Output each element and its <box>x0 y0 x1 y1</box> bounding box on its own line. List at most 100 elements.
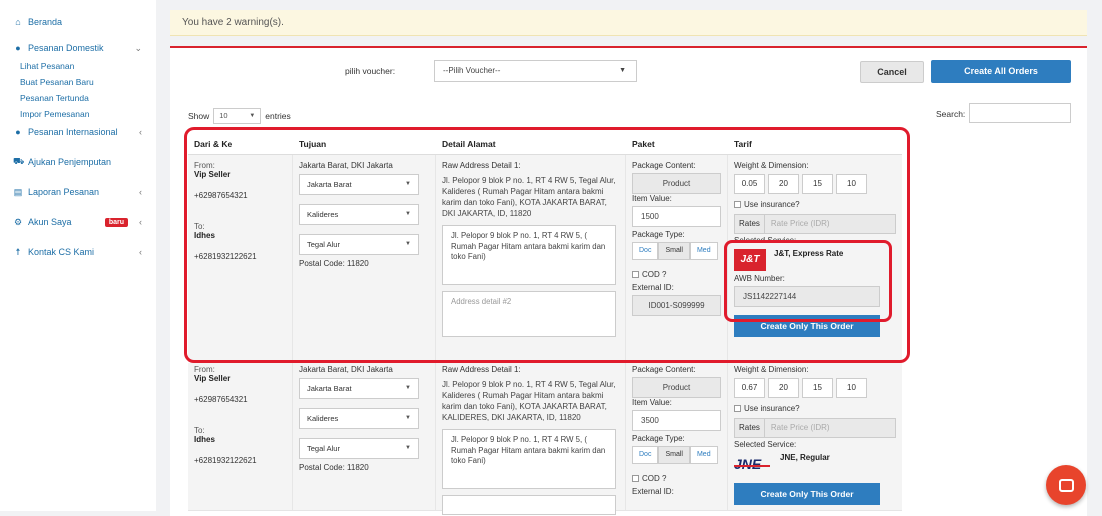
col-dari-ke[interactable]: Dari & Ke <box>188 130 293 154</box>
destination-cell: Jakarta Barat, DKI Jakarta Jakarta Barat… <box>293 155 436 361</box>
chat-button[interactable] <box>1046 465 1086 505</box>
pkg-small-button[interactable]: Small <box>658 242 690 260</box>
address1-textarea[interactable]: Jl. Pelopor 9 blok P no. 1, RT 4 RW 5, (… <box>442 429 616 489</box>
rates-button[interactable]: Rates <box>734 418 765 438</box>
nav-ajukan-penjemputan[interactable]: ⛟ Ajukan Penjemputan <box>0 152 156 172</box>
subdistrict-select[interactable]: Tegal Alur ▼ <box>299 438 419 459</box>
pkg-med-button[interactable]: Med <box>689 446 718 464</box>
sub-lihat-pesanan[interactable]: Lihat Pesanan <box>0 58 156 74</box>
address2-textarea[interactable]: Address detail #2 <box>442 291 616 337</box>
package-cell: Package Content: Product Item Value: 150… <box>626 155 728 361</box>
checkbox-icon[interactable] <box>632 271 639 279</box>
external-id-label: External ID: <box>632 487 674 496</box>
package-content-field[interactable]: Product <box>632 173 721 194</box>
city-select[interactable]: Jakarta Barat ▼ <box>299 378 419 399</box>
weight-field[interactable]: 0.05 <box>734 174 765 194</box>
cod-checkbox-row[interactable]: COD ? <box>632 270 721 279</box>
insurance-checkbox-row[interactable]: Use insurance? <box>734 404 896 413</box>
sub-pesanan-tertunda[interactable]: Pesanan Tertunda <box>0 90 156 106</box>
cancel-button[interactable]: Cancel <box>860 61 924 83</box>
voucher-value: --Pilih Voucher-- <box>443 66 501 75</box>
checkbox-icon[interactable] <box>632 475 639 483</box>
awb-field[interactable]: JS1142227144 <box>734 286 880 307</box>
nav-beranda[interactable]: ⌂ Beranda <box>0 12 156 32</box>
col-tarif[interactable]: Tarif <box>728 130 902 154</box>
district-select[interactable]: Kalideres ▼ <box>299 408 419 429</box>
pkg-med-button[interactable]: Med <box>689 242 718 260</box>
package-content-field[interactable]: Product <box>632 377 721 398</box>
dimensions-fields: 0.67 20 15 10 <box>734 378 896 398</box>
nav-akun-saya[interactable]: ⚙ Akun Saya baru ‹ <box>0 212 156 232</box>
rate-price-field[interactable]: Rate Price (IDR) <box>764 214 896 234</box>
sender-phone: +62987654321 <box>194 191 248 200</box>
height-field[interactable]: 10 <box>836 378 867 398</box>
insurance-checkbox-row[interactable]: Use insurance? <box>734 200 896 209</box>
search-input[interactable] <box>969 103 1071 123</box>
chevron-left-icon: ‹ <box>139 247 142 257</box>
truck-icon: ⛟ <box>13 156 25 166</box>
create-order-button[interactable]: Create Only This Order <box>734 315 880 337</box>
table-row: From: Vip Seller +62987654321 To: Idhes … <box>188 363 902 515</box>
col-paket[interactable]: Paket <box>626 130 728 154</box>
col-tujuan[interactable]: Tujuan <box>293 130 436 154</box>
rates-button[interactable]: Rates <box>734 214 765 234</box>
sender-phone: +62987654321 <box>194 395 248 404</box>
rate-price-field[interactable]: Rate Price (IDR) <box>764 418 896 438</box>
sub-buat-pesanan-baru[interactable]: Buat Pesanan Baru <box>0 74 156 90</box>
city-select[interactable]: Jakarta Barat ▼ <box>299 174 419 195</box>
cod-label: COD ? <box>642 474 667 483</box>
sub-impor-pemesanan[interactable]: Impor Pemesanan <box>0 106 156 122</box>
chat-icon <box>1058 478 1074 492</box>
length-field[interactable]: 20 <box>768 378 799 398</box>
item-value-field[interactable]: 1500 <box>632 206 721 227</box>
voucher-select[interactable]: --Pilih Voucher-- ▼ <box>434 60 637 82</box>
weight-field[interactable]: 0.67 <box>734 378 765 398</box>
dropdown-arrow-icon: ▼ <box>405 241 411 247</box>
district-select[interactable]: Kalideres ▼ <box>299 204 419 225</box>
address2-textarea[interactable] <box>442 495 616 515</box>
pkg-doc-button[interactable]: Doc <box>632 446 659 464</box>
to-label: To: <box>194 426 205 435</box>
item-value-field[interactable]: 3500 <box>632 410 721 431</box>
length-field[interactable]: 20 <box>768 174 799 194</box>
checkbox-icon[interactable] <box>734 405 741 413</box>
col-detail-alamat[interactable]: Detail Alamat <box>436 130 626 154</box>
address1-textarea[interactable]: Jl. Pelopor 9 blok P no. 1, RT 4 RW 5, (… <box>442 225 616 285</box>
from-label: From: <box>194 365 215 374</box>
city-value: Jakarta Barat <box>307 180 352 189</box>
entries-value: 10 <box>219 111 228 120</box>
rates-group: Rates Rate Price (IDR) <box>734 214 896 234</box>
chevron-left-icon: ‹ <box>139 217 142 227</box>
voucher-label: pilih voucher: <box>345 66 396 76</box>
create-order-button[interactable]: Create Only This Order <box>734 483 880 505</box>
service-name: JNE, Regular <box>780 453 830 462</box>
package-type-label: Package Type: <box>632 434 685 443</box>
nav-pesanan-internasional[interactable]: ● Pesanan Internasional ‹ <box>0 122 156 142</box>
external-id-field[interactable]: ID001-S099999 <box>632 295 721 316</box>
nav-pesanan-domestik[interactable]: ● Pesanan Domestik ⌄ <box>0 38 156 58</box>
package-content-label: Package Content: <box>632 161 696 170</box>
width-field[interactable]: 15 <box>802 378 833 398</box>
selected-service: JNE JNE, Regular <box>734 453 896 475</box>
table-header: Dari & Ke Tujuan Detail Alamat Paket Tar… <box>188 130 902 155</box>
create-all-orders-button[interactable]: Create All Orders <box>931 60 1071 83</box>
pkg-small-button[interactable]: Small <box>658 446 690 464</box>
district-value: Kalideres <box>307 414 339 423</box>
height-field[interactable]: 10 <box>836 174 867 194</box>
checkbox-icon[interactable] <box>734 201 741 209</box>
nav-label: Akun Saya <box>28 217 72 227</box>
subdistrict-select[interactable]: Tegal Alur ▼ <box>299 234 419 255</box>
nav-laporan-pesanan[interactable]: ▤ Laporan Pesanan ‹ <box>0 182 156 202</box>
cod-checkbox-row[interactable]: COD ? <box>632 474 721 483</box>
width-field[interactable]: 15 <box>802 174 833 194</box>
pkg-doc-button[interactable]: Doc <box>632 242 659 260</box>
region-text: Jakarta Barat, DKI Jakarta <box>299 365 393 374</box>
jnt-logo: J&T <box>734 249 766 271</box>
package-type-toggle: Doc Small Med <box>632 446 721 464</box>
nav-kontak-cs[interactable]: ☨ Kontak CS Kami ‹ <box>0 242 156 262</box>
postal-code: Postal Code: 11820 <box>299 259 369 268</box>
dropdown-arrow-icon: ▼ <box>405 445 411 451</box>
entries-select[interactable]: 10 ▼ <box>213 108 262 124</box>
entries-control: Show 10 ▼ entries <box>188 108 291 124</box>
insurance-label: Use insurance? <box>744 404 800 413</box>
